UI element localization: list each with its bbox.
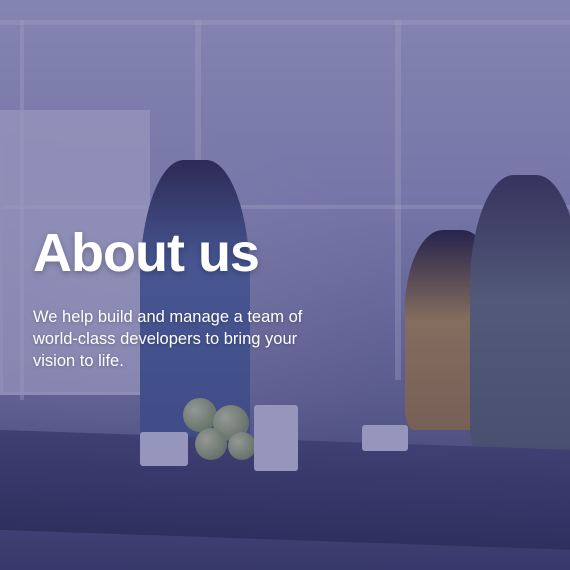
hero-description: We help build and manage a team of world… bbox=[33, 308, 303, 370]
hero-content: About us We help build and manage a team… bbox=[33, 222, 353, 372]
about-hero-section: About us We help build and manage a team… bbox=[0, 0, 570, 570]
page-title: About us bbox=[33, 223, 260, 283]
